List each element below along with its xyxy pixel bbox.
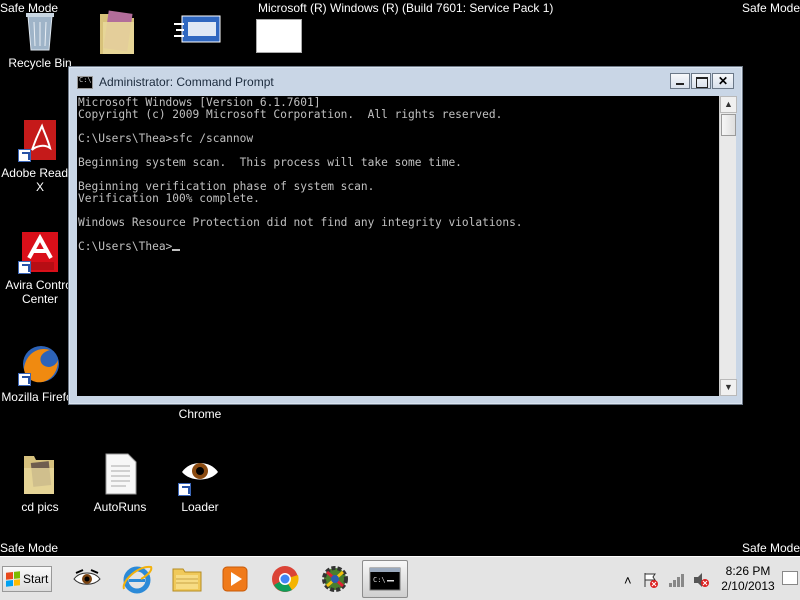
shortcut-arrow-icon	[18, 261, 31, 274]
taskbar-eye-app-button[interactable]	[64, 560, 110, 598]
autoruns-label: AutoRuns	[93, 500, 147, 514]
window-controls: ✕	[669, 73, 734, 89]
taskbar-media-player-button[interactable]	[212, 560, 258, 598]
taskbar-utility-app-button[interactable]	[312, 560, 358, 598]
window-title: Administrator: Command Prompt	[99, 75, 274, 89]
console-output[interactable]: Microsoft Windows [Version 6.1.7601] Copy…	[77, 96, 719, 396]
command-prompt-window[interactable]: Administrator: Command Prompt ✕ Microsof…	[68, 66, 743, 405]
folder-icon	[20, 452, 60, 496]
taskbar-command-prompt-button[interactable]: C:\	[362, 560, 408, 598]
start-button[interactable]: Start	[2, 566, 52, 592]
clock-time: 8:26 PM	[725, 564, 771, 578]
windows-flag-icon	[6, 571, 20, 587]
start-label: Start	[23, 572, 49, 586]
taskbar-internet-explorer-button[interactable]	[114, 560, 160, 598]
document-thumbnail-icon-top[interactable]	[256, 19, 302, 53]
windows-build-label: Microsoft (R) Windows (R) (Build 7601: S…	[258, 1, 554, 15]
text-cursor	[172, 249, 181, 251]
recycle-bin-icon	[20, 8, 60, 52]
avira-umbrella-icon	[18, 230, 60, 274]
folder-icon	[172, 568, 202, 592]
scroll-up-arrow[interactable]: ▲	[720, 96, 737, 113]
console-line: C:\Users\Thea>	[78, 241, 719, 253]
shortcut-arrow-icon	[18, 149, 31, 162]
taskbar-clock[interactable]: 8:26 PM 2/10/2013	[718, 564, 778, 594]
console-line: Verification 100% complete.	[78, 192, 260, 205]
taskbar-chrome-button[interactable]	[262, 560, 308, 598]
chrome-icon	[272, 566, 299, 592]
safe-mode-label-bottom-right: Safe Mode	[741, 541, 800, 555]
console-line: Beginning system scan. This process will…	[78, 156, 462, 169]
eye-icon	[178, 452, 220, 496]
console-line: C:\Users\Thea>sfc /scannow	[78, 132, 254, 145]
desktop-icon-recycle-bin[interactable]: Recycle Bin	[0, 8, 82, 70]
eye-icon	[73, 569, 101, 585]
safe-mode-label-bottom-left: Safe Mode	[0, 541, 59, 555]
command-prompt-icon: C:\	[369, 567, 401, 591]
folder-icon-top[interactable]	[98, 8, 138, 56]
taskbar: Start C:\ ˄ 8:26 PM 2/10/2013	[0, 556, 800, 600]
network-app-icon-top[interactable]	[174, 14, 222, 48]
scroll-thumb[interactable]	[721, 114, 736, 136]
clock-date: 2/10/2013	[721, 579, 775, 593]
scroll-down-arrow[interactable]: ▼	[720, 379, 737, 396]
desktop-icon-cd-pics[interactable]: cd pics	[0, 452, 82, 514]
window-titlebar[interactable]: Administrator: Command Prompt ✕	[73, 71, 738, 93]
chrome-desktop-label[interactable]: Chrome	[160, 407, 240, 421]
action-center-flag-icon[interactable]	[642, 571, 660, 589]
maximize-button[interactable]	[691, 73, 711, 89]
show-desktop-button[interactable]	[782, 571, 798, 585]
shortcut-arrow-icon	[178, 483, 191, 496]
document-icon	[100, 452, 140, 496]
svg-text:C:\: C:\	[373, 576, 386, 584]
gear-colorful-icon	[322, 566, 348, 592]
desktop-icon-loader[interactable]: Loader	[158, 452, 242, 514]
cd-pics-label: cd pics	[21, 500, 59, 514]
console-line: Windows Resource Protection did not find…	[78, 216, 523, 229]
minimize-button[interactable]	[670, 73, 690, 89]
shortcut-arrow-icon	[18, 373, 31, 386]
network-signal-icon[interactable]	[668, 572, 686, 588]
media-player-icon	[222, 566, 248, 592]
safe-mode-label-top-right: Safe Mode	[741, 1, 800, 15]
system-tray: ˄	[624, 565, 710, 595]
vertical-scrollbar[interactable]: ▲ ▼	[719, 96, 737, 396]
close-button[interactable]: ✕	[712, 73, 734, 89]
firefox-icon	[18, 342, 60, 386]
internet-explorer-icon	[122, 565, 153, 594]
command-prompt-icon	[77, 75, 93, 89]
loader-label: Loader	[181, 500, 219, 514]
adobe-reader-icon	[18, 118, 60, 162]
desktop-icon-autoruns[interactable]: AutoRuns	[78, 452, 162, 514]
speaker-muted-icon[interactable]	[692, 571, 710, 589]
taskbar-windows-explorer-button[interactable]	[164, 560, 210, 598]
console-line: Copyright (c) 2009 Microsoft Corporation…	[78, 108, 503, 121]
show-hidden-icons-chevron[interactable]: ˄	[624, 573, 632, 588]
